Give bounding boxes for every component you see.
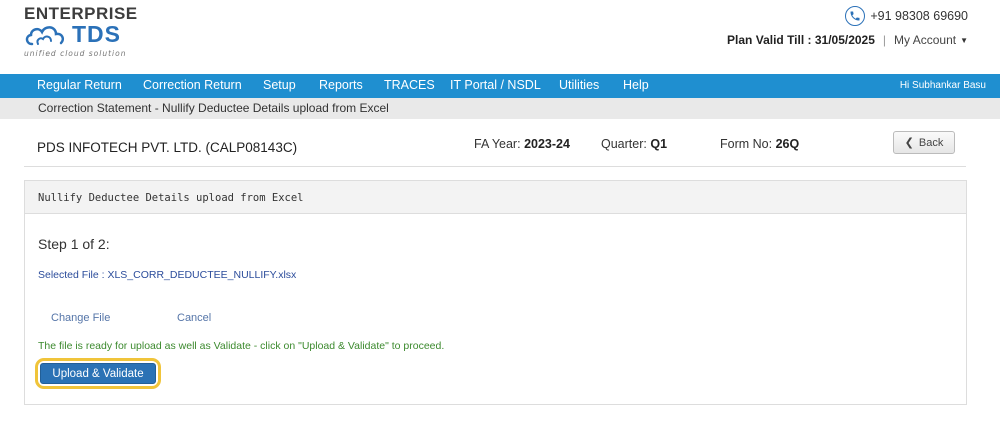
cloud-icon: [25, 26, 65, 46]
breadcrumb-text: Correction Statement - Nullify Deductee …: [38, 101, 389, 115]
phone-number: +91 98308 69690: [870, 9, 968, 23]
logo-text-tds: TDS: [72, 21, 121, 47]
change-file-link[interactable]: Change File: [51, 312, 110, 324]
caret-down-icon[interactable]: ▼: [960, 36, 968, 45]
ready-message: The file is ready for upload as well as …: [38, 340, 445, 352]
logo-tagline: unified cloud solution: [24, 49, 127, 58]
form-no: Form No: 26Q: [720, 137, 799, 151]
enterprise-tds-logo[interactable]: ENTERPRISE TDS unified cloud solution: [24, 4, 137, 58]
selected-file-label: Selected File : XLS_CORR_DEDUCTEE_NULLIF…: [38, 269, 297, 281]
cancel-link[interactable]: Cancel: [177, 312, 211, 324]
phone-icon: [845, 6, 866, 26]
nav-it-portal-nsdl[interactable]: IT Portal / NSDL: [450, 78, 541, 92]
form-no-value: 26Q: [775, 137, 800, 151]
back-button[interactable]: ❮ Back: [893, 131, 955, 154]
section-divider: [24, 166, 966, 167]
header-separator: |: [882, 33, 887, 47]
upload-button-highlight: Upload & Validate: [35, 358, 161, 389]
quarter-label: Quarter:: [601, 137, 647, 151]
quarter-value: Q1: [650, 137, 668, 151]
back-button-label: Back: [918, 136, 944, 149]
form-no-label: Form No:: [720, 137, 773, 151]
nav-traces[interactable]: TRACES: [384, 78, 435, 92]
nav-setup[interactable]: Setup: [263, 78, 296, 92]
nav-help[interactable]: Help: [623, 78, 649, 92]
plan-account-bar: Plan Valid Till : 31/05/2025 | My Accoun…: [727, 33, 968, 47]
upload-panel: Nullify Deductee Details upload from Exc…: [24, 180, 967, 405]
upload-validate-button[interactable]: Upload & Validate: [40, 363, 156, 384]
step-indicator: Step 1 of 2:: [38, 236, 110, 252]
nav-reports[interactable]: Reports: [319, 78, 363, 92]
nav-utilities[interactable]: Utilities: [559, 78, 599, 92]
support-phone: +91 98308 69690: [845, 6, 968, 26]
panel-header: Nullify Deductee Details upload from Exc…: [25, 181, 966, 214]
breadcrumb: Correction Statement - Nullify Deductee …: [0, 98, 1000, 119]
my-account-menu[interactable]: My Account: [894, 33, 956, 47]
main-navbar: Regular Return Correction Return Setup R…: [0, 74, 1000, 98]
fa-year-value: 2023-24: [524, 137, 570, 151]
user-greeting[interactable]: Hi Subhankar Basu: [900, 80, 986, 91]
nav-correction-return[interactable]: Correction Return: [143, 78, 242, 92]
chevron-left-icon: ❮: [904, 137, 914, 149]
plan-valid-till: Plan Valid Till : 31/05/2025: [727, 33, 875, 47]
panel-title: Nullify Deductee Details upload from Exc…: [38, 192, 304, 204]
fa-year-label: FA Year:: [474, 137, 521, 151]
fa-year: FA Year: 2023-24: [474, 137, 570, 151]
nav-regular-return[interactable]: Regular Return: [37, 78, 122, 92]
company-name: PDS INFOTECH PVT. LTD. (CALP08143C): [37, 140, 298, 155]
app-header: ENTERPRISE TDS unified cloud solution +9…: [0, 0, 1000, 74]
quarter: Quarter: Q1: [601, 137, 667, 151]
